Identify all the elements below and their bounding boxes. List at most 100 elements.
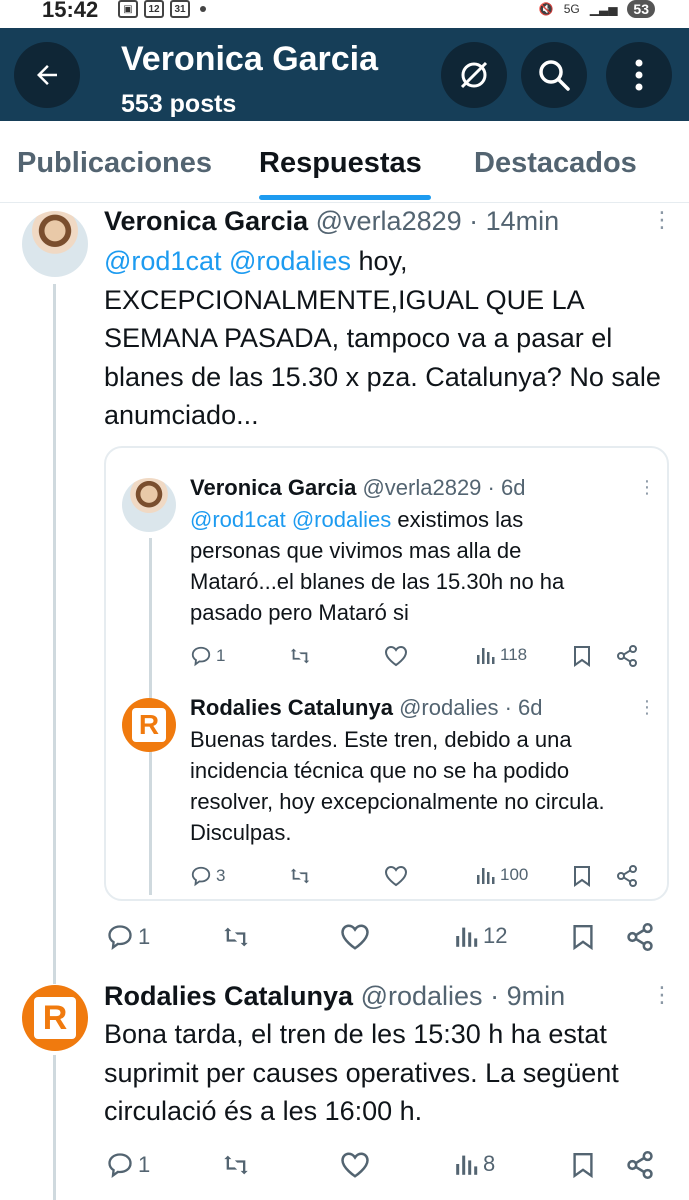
search-icon <box>539 60 570 91</box>
active-tab-indicator <box>259 195 431 200</box>
mention-link[interactable]: @rod1cat <box>104 246 221 276</box>
mention-link[interactable]: @rodalies <box>292 507 391 532</box>
repost-icon <box>290 868 310 884</box>
share-button[interactable] <box>616 645 638 667</box>
avatar[interactable] <box>122 478 176 532</box>
views-count: 100 <box>500 865 529 884</box>
quote-tweet-header: Rodalies Catalunya @rodalies · 6d <box>190 695 543 721</box>
tweet-time: · 6d <box>487 475 526 500</box>
avatar[interactable]: R <box>22 985 88 1051</box>
tweet-more-button[interactable]: ⋮ <box>638 698 656 716</box>
repost-icon <box>224 927 248 947</box>
reply-count: 3 <box>216 866 226 885</box>
repost-button[interactable] <box>288 865 312 887</box>
tweet-time: · 14min <box>469 206 560 236</box>
views-count: 118 <box>500 645 528 664</box>
heart-icon <box>384 645 408 667</box>
profile-tabs: Publicaciones Respuestas Destacados <box>0 121 689 203</box>
signal-icon: ▁▃▅ <box>589 2 618 16</box>
bookmark-button[interactable] <box>572 645 592 667</box>
post-count: 553 posts <box>121 90 237 118</box>
share-button[interactable] <box>626 1151 654 1179</box>
author-handle: @rodalies <box>399 695 499 720</box>
status-notification-icons: ▣ 12 31 <box>118 0 206 18</box>
tab-destacados[interactable]: Destacados <box>474 147 637 180</box>
share-icon <box>627 1151 653 1179</box>
reply-icon <box>108 925 132 951</box>
share-icon <box>617 865 637 887</box>
bookmark-button[interactable] <box>571 923 595 951</box>
bookmark-icon <box>573 925 593 951</box>
like-button[interactable] <box>340 1151 370 1179</box>
repost-button[interactable] <box>220 1151 252 1179</box>
rodalies-logo: R <box>132 708 166 742</box>
tweet-header: Rodalies Catalunya @rodalies · 9min <box>104 981 565 1012</box>
quote-tweet-header: Veronica Garcia @verla2829 · 6d <box>190 475 525 501</box>
like-button[interactable] <box>384 865 408 887</box>
rodalies-logo: R <box>34 997 76 1039</box>
tweet-more-button[interactable]: ⋮ <box>651 984 673 1006</box>
more-notifications-dot-icon <box>200 6 206 12</box>
tab-respuestas[interactable]: Respuestas <box>259 147 422 180</box>
more-vertical-icon <box>635 59 643 91</box>
reply-button[interactable]: 3 <box>190 865 225 887</box>
mention-link[interactable]: @rodalies <box>229 246 351 276</box>
bookmark-icon <box>574 866 590 887</box>
calendar-icon: 31 <box>170 0 190 18</box>
avatar[interactable] <box>22 211 88 277</box>
more-options-button[interactable] <box>606 42 672 108</box>
reply-icon <box>191 866 211 887</box>
reply-button[interactable]: 1 <box>106 923 150 951</box>
reply-icon <box>108 1153 132 1179</box>
repost-icon <box>290 648 310 664</box>
arrow-left-icon <box>37 65 57 85</box>
bookmark-icon <box>573 1153 593 1179</box>
bookmark-button[interactable] <box>571 1151 595 1179</box>
repost-button[interactable] <box>220 923 252 951</box>
repost-button[interactable] <box>288 645 312 667</box>
thread-connector <box>53 284 56 984</box>
reply-count: 1 <box>138 924 151 949</box>
bookmark-icon <box>574 646 590 667</box>
author-name[interactable]: Veronica Garcia <box>190 475 356 500</box>
search-button[interactable] <box>521 42 587 108</box>
status-time: 15:42 <box>42 0 99 22</box>
mention-link[interactable]: @rod1cat <box>190 507 286 532</box>
heart-icon <box>384 865 408 887</box>
avatar[interactable]: R <box>122 698 176 752</box>
author-name[interactable]: Rodalies Catalunya <box>190 695 393 720</box>
tab-publicaciones[interactable]: Publicaciones <box>17 147 212 180</box>
tweet-text: Bona tarda, el tren de les 15:30 h ha es… <box>104 1019 619 1126</box>
bookmark-button[interactable] <box>572 865 592 887</box>
views-button[interactable]: 118 <box>476 645 527 665</box>
share-icon <box>617 645 637 667</box>
quoted-thread-card[interactable]: Veronica Garcia @verla2829 · 6d ⋮ @rod1c… <box>104 446 669 901</box>
quote-tweet-text: Buenas tardes. Este tren, debido a una i… <box>190 727 605 845</box>
repost-icon <box>224 1155 248 1175</box>
like-button[interactable] <box>384 645 408 667</box>
reply-button[interactable]: 1 <box>106 1151 150 1179</box>
author-handle: @verla2829 <box>315 206 462 236</box>
views-button[interactable]: 12 <box>455 923 507 949</box>
like-button[interactable] <box>340 923 370 951</box>
grok-icon <box>460 61 488 89</box>
share-button[interactable] <box>626 923 654 951</box>
reply-button[interactable]: 1 <box>190 645 225 667</box>
author-name[interactable]: Veronica Garcia <box>104 206 308 236</box>
tweet-more-button[interactable]: ⋮ <box>638 478 656 496</box>
author-name[interactable]: Rodalies Catalunya <box>104 981 353 1011</box>
views-button[interactable]: 8 <box>455 1151 495 1177</box>
grok-button[interactable] <box>441 42 507 108</box>
share-button[interactable] <box>616 865 638 887</box>
battery-indicator: 53 <box>627 0 655 18</box>
quote-tweet-text: @rod1cat @rodalies existimos las persona… <box>190 504 590 628</box>
tweet-time: · 6d <box>504 695 543 720</box>
views-button[interactable]: 100 <box>476 865 528 885</box>
back-button[interactable] <box>14 42 80 108</box>
heart-icon <box>341 1152 369 1178</box>
views-count: 8 <box>483 1151 496 1176</box>
tweet-more-button[interactable]: ⋮ <box>651 209 673 231</box>
author-handle: @verla2829 <box>362 475 482 500</box>
profile-header: Veronica Garcia 553 posts <box>0 28 689 121</box>
status-bar: 15:42 ▣ 12 31 🔇 5G ▁▃▅ 53 <box>0 0 689 22</box>
